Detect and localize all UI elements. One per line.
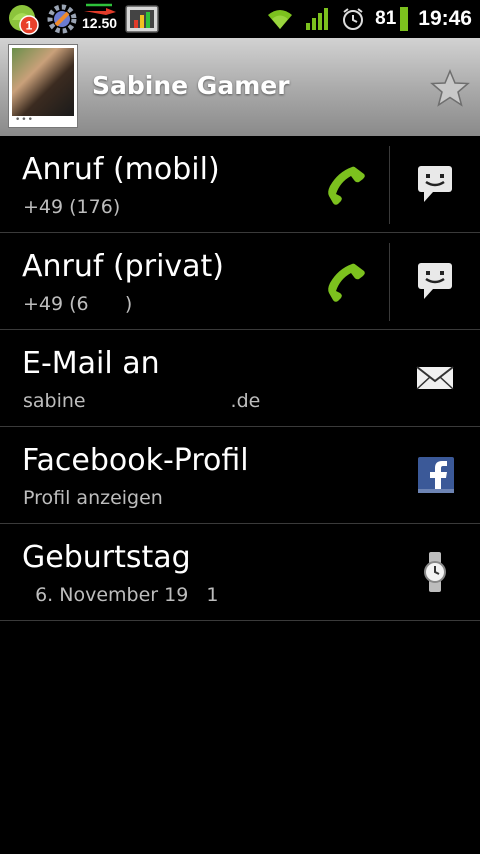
row-title: Anruf (mobil) — [22, 152, 220, 187]
monitor-icon — [125, 5, 159, 33]
row-title: Anruf (privat) — [22, 249, 225, 284]
avatar[interactable]: ••• — [8, 44, 78, 128]
list-item-facebook[interactable]: Facebook-Profil Profil anzeigen — [0, 427, 480, 524]
row-subtitle: +49 (176) — [23, 196, 121, 218]
data-usage-widget: 12.50 — [82, 3, 120, 35]
app-notification-icon: 1 — [9, 5, 39, 35]
widget-value: 12.50 — [82, 15, 118, 31]
row-subtitle: +49 (6 ) — [23, 293, 133, 315]
signal-strength-icon — [306, 8, 329, 30]
battery-indicator: 81 — [375, 7, 409, 31]
contact-details-list: Anruf (mobil) +49 (176) Anruf (privat) +… — [0, 136, 480, 621]
battery-icon — [400, 7, 409, 31]
clock-time: 19:46 — [418, 7, 472, 30]
status-bar: 1 12.50 81 19:46 — [0, 0, 480, 38]
status-bar-notifications[interactable]: 1 12.50 — [6, 2, 160, 36]
contact-name: Sabine Gamer — [92, 71, 290, 100]
contact-header: ••• Sabine Gamer — [0, 38, 480, 136]
row-subtitle: sabine .de — [23, 390, 261, 412]
list-item-email[interactable]: E-Mail an sabine .de — [0, 330, 480, 427]
wifi-icon — [268, 10, 293, 29]
row-title: E-Mail an — [22, 346, 160, 381]
row-subtitle: 6. November 19 1 — [23, 584, 219, 606]
phone-icon[interactable] — [326, 261, 368, 303]
row-subtitle: Profil anzeigen — [23, 487, 163, 509]
row-divider — [389, 243, 390, 321]
row-title: Facebook-Profil — [22, 443, 249, 478]
favorite-star-icon[interactable] — [430, 68, 470, 108]
list-item-call-home[interactable]: Anruf (privat) +49 (6 ) — [0, 233, 480, 330]
battery-percent: 81 — [375, 8, 397, 29]
notification-badge-count: 1 — [26, 19, 33, 33]
list-item-birthday[interactable]: Geburtstag 6. November 19 1 — [0, 524, 480, 621]
sms-icon[interactable] — [414, 162, 456, 206]
row-divider — [389, 146, 390, 224]
sms-icon[interactable] — [414, 259, 456, 303]
list-item-call-mobile[interactable]: Anruf (mobil) +49 (176) — [0, 136, 480, 233]
status-bar-system[interactable]: 81 19:46 — [265, 0, 472, 38]
alarm-clock-icon — [343, 8, 364, 30]
contact-photo — [12, 48, 74, 116]
transfer-arrows-icon — [84, 3, 116, 15]
avatar-dots-icon: ••• — [15, 115, 34, 125]
gear-icon — [47, 4, 77, 34]
row-title: Geburtstag — [22, 540, 191, 575]
watch-icon[interactable] — [414, 550, 456, 594]
facebook-icon[interactable] — [414, 453, 456, 497]
email-icon[interactable] — [414, 356, 456, 400]
phone-icon[interactable] — [326, 164, 368, 206]
